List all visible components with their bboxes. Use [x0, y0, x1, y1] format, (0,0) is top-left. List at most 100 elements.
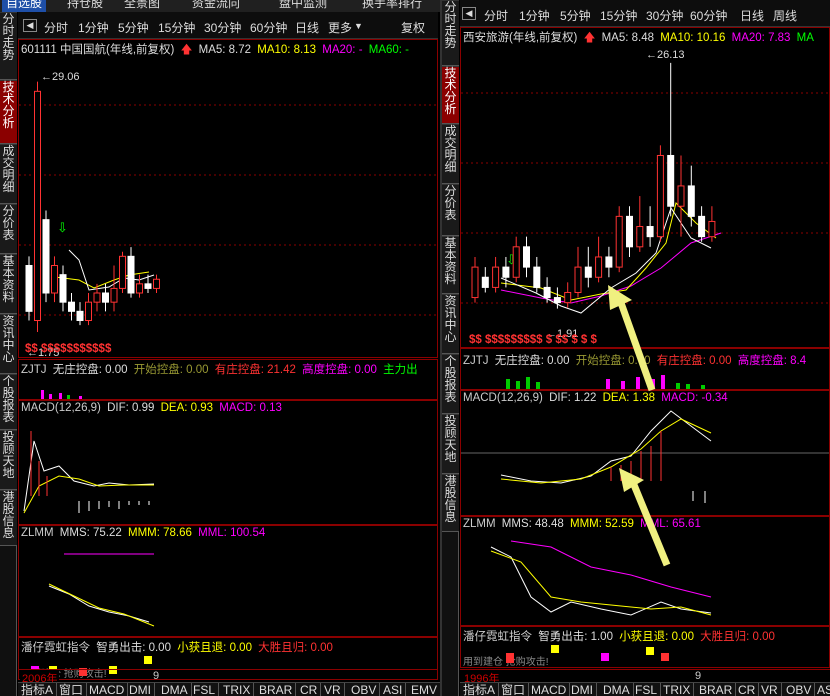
btab-4[interactable]: DMA	[600, 683, 634, 696]
btab-2[interactable]: MACD	[86, 683, 129, 696]
btab-6[interactable]: TRIX	[660, 683, 695, 696]
macd-indicator[interactable]: MACD(12,26,9) DIF: 1.22 DEA: 1.38 MACD: …	[460, 390, 830, 516]
btab-3[interactable]: DMI	[126, 683, 155, 696]
btab-9[interactable]: VR	[321, 683, 345, 696]
btab-8[interactable]: CR	[297, 683, 322, 696]
tf-1min[interactable]: 1分钟	[519, 7, 550, 24]
sidebar-item-technical[interactable]: 技术分析	[0, 80, 17, 144]
tf-daily[interactable]: 日线	[295, 19, 319, 36]
svg-text:←26.13: ←26.13	[646, 49, 685, 61]
btab-10[interactable]: OBV	[348, 683, 381, 696]
zlmm-lines	[48, 553, 155, 627]
main-kline-chart[interactable]: 601111 中国国航(年线,前复权) 🡅 MA5: 8.72 MA10: 8.…	[18, 39, 438, 358]
tab-holdings[interactable]: 持仓股	[63, 0, 107, 12]
tf-30min[interactable]: 30分钟	[646, 7, 683, 24]
btab-11[interactable]: ASI	[814, 683, 830, 696]
tf-60min[interactable]: 60分钟	[690, 7, 727, 24]
sidebar-item-reports[interactable]: 个股报表	[0, 374, 17, 430]
macd-lines	[461, 410, 829, 503]
tf-60min[interactable]: 60分钟	[250, 19, 287, 36]
tf-5min[interactable]: 5分钟	[560, 7, 591, 24]
tf-5min[interactable]: 5分钟	[118, 19, 149, 36]
tf-daily[interactable]: 日线	[740, 7, 764, 24]
btab-7[interactable]: BRAR	[256, 683, 297, 696]
sidebar-item-technical[interactable]: 技术分析	[442, 66, 459, 124]
sidebar-item-news[interactable]: 资讯中心	[0, 314, 17, 374]
tab-turnover-rank[interactable]: 换手率排行	[358, 0, 426, 12]
sidebar-item-trades[interactable]: 成交明细	[0, 144, 17, 204]
tf-more[interactable]: 更多	[328, 19, 352, 36]
sidebar-item-price-table[interactable]: 分价表	[442, 184, 459, 236]
btab-6[interactable]: TRIX	[220, 683, 255, 696]
tf-1min[interactable]: 1分钟	[78, 19, 109, 36]
tf-timeshare[interactable]: 分时	[44, 19, 68, 36]
tab-fund-flow[interactable]: 资金流向	[188, 0, 244, 12]
sidebar-item-news[interactable]: 资讯中心	[442, 294, 459, 354]
sidebar-item-price-table[interactable]: 分价表	[0, 204, 17, 254]
candle-body	[481, 276, 489, 288]
timeframe-bar: ◀ 分时 1分钟 5分钟 15分钟 30分钟 60分钟 日线 更多 ▼ 复权	[18, 12, 438, 39]
svg-text:←29.06: ←29.06	[41, 71, 80, 83]
candle-body	[85, 301, 92, 321]
btab-12[interactable]: EMV	[408, 683, 440, 696]
prev-icon[interactable]: ◀	[462, 7, 476, 20]
candle-body	[144, 283, 152, 289]
tf-15min[interactable]: 15分钟	[158, 19, 195, 36]
zjtj-indicator[interactable]: ZJTJ 无庄控盘: 0.00 开始控盘: 0.00 有庄控盘: 0.00 高度…	[460, 348, 830, 390]
sidebar-item-hk-info[interactable]: 港股信息	[442, 474, 459, 532]
year-mark: 9	[695, 670, 702, 682]
tf-15min[interactable]: 15分钟	[600, 7, 637, 24]
zjtj-indicator[interactable]: ZJTJ 无庄控盘: 0.00 开始控盘: 0.00 有庄控盘: 21.42 高…	[18, 359, 438, 400]
tf-weekly[interactable]: 周线	[773, 7, 797, 24]
chevron-down-icon[interactable]: ▼	[354, 21, 363, 31]
btab-0[interactable]: 指标A	[18, 683, 58, 696]
candle-body	[51, 265, 58, 294]
fuquan-button[interactable]: 复权	[401, 19, 425, 36]
sidebar-item-basic-info[interactable]: 基本资料	[442, 236, 459, 294]
btab-1[interactable]: 窗口	[56, 683, 88, 696]
main-kline-chart[interactable]: 西安旅游(年线,前复权) 🡅 MA5: 8.48 MA10: 10.16 MA2…	[460, 27, 830, 348]
zjtj-bars	[506, 375, 705, 389]
candle-body	[59, 274, 67, 303]
zlmm-indicator[interactable]: ZLMM MMS: 75.22 MMM: 78.66 MML: 100.54	[18, 525, 438, 637]
sidebar-item-advisor[interactable]: 投顾天地	[442, 414, 459, 474]
macd-indicator[interactable]: MACD(12,26,9) DIF: 0.99 DEA: 0.93 MACD: …	[18, 400, 438, 525]
macd-lines	[23, 431, 155, 514]
sidebar-item-timeshare[interactable]: 分时走势	[442, 0, 459, 66]
btab-3[interactable]: DMI	[568, 683, 597, 696]
sidebar-item-basic-info[interactable]: 基本资料	[0, 254, 17, 314]
tf-30min[interactable]: 30分钟	[204, 19, 241, 36]
candle-body	[25, 265, 33, 312]
candle-body	[605, 256, 613, 268]
candle-body	[102, 292, 109, 303]
zlmm-indicator[interactable]: ZLMM MMS: 48.48 MMM: 52.59 MML: 65.61	[460, 516, 830, 626]
sidebar-item-reports[interactable]: 个股报表	[442, 354, 459, 414]
year-scale: 2006年 9	[18, 669, 438, 686]
prev-icon[interactable]: ◀	[23, 19, 37, 32]
btab-4[interactable]: DMA	[158, 683, 192, 696]
btab-11[interactable]: ASI	[380, 683, 407, 696]
btab-7[interactable]: BRAR	[696, 683, 737, 696]
candle-body	[93, 292, 101, 303]
sidebar-item-hk-info[interactable]: 港股信息	[0, 490, 17, 546]
btab-9[interactable]: VR	[758, 683, 782, 696]
btab-2[interactable]: MACD	[528, 683, 571, 696]
btab-5[interactable]: FSL	[632, 683, 662, 696]
pz-indicator[interactable]: 潘仔霓虹指令 智勇出击: 1.00 小获且退: 0.00 大胜且归: 0.00 …	[460, 626, 830, 668]
btab-5[interactable]: FSL	[190, 683, 220, 696]
sidebar-item-advisor[interactable]: 投顾天地	[0, 430, 17, 490]
candle-body	[533, 266, 541, 288]
year-scale: 1996年 9	[460, 669, 830, 686]
tf-timeshare[interactable]: 分时	[484, 7, 508, 24]
btab-8[interactable]: CR	[735, 683, 760, 696]
sidebar-item-trades[interactable]: 成交明细	[442, 124, 459, 184]
candle-body	[502, 266, 510, 278]
tab-watchlist[interactable]: 自选股	[2, 0, 47, 12]
tab-panorama[interactable]: 全景图	[120, 0, 164, 12]
candle-body	[564, 291, 572, 304]
btab-1[interactable]: 窗口	[498, 683, 530, 696]
btab-0[interactable]: 指标A	[460, 683, 500, 696]
tab-intraday-monitor[interactable]: 盘中监测	[275, 0, 331, 12]
btab-10[interactable]: OBV	[783, 683, 816, 696]
sidebar-item-timeshare[interactable]: 分时走势	[0, 12, 17, 80]
